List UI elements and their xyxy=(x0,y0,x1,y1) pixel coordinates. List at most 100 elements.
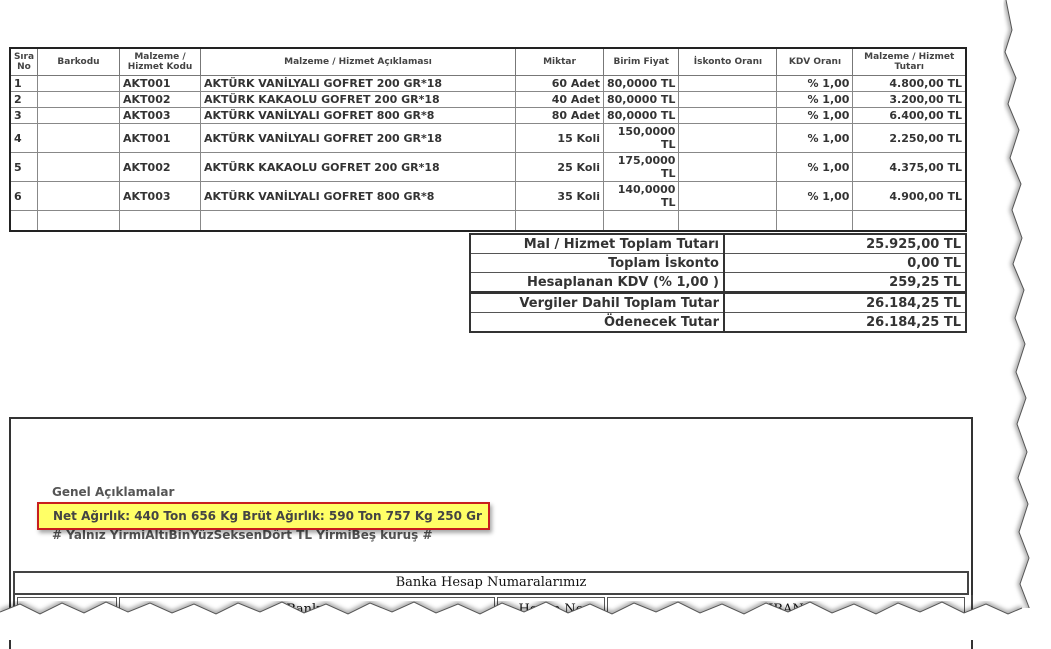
cell-discount xyxy=(678,75,778,92)
cell-total: 4.375,00 TL xyxy=(852,152,967,182)
cell-empty xyxy=(200,210,516,232)
cell-no: 1 xyxy=(9,75,38,92)
cell-no: 2 xyxy=(9,91,38,108)
cell-code: AKT001 xyxy=(119,123,201,153)
table-row: 6 AKT003 AKTÜRK VANİLYALI GOFRET 800 GR*… xyxy=(9,181,967,211)
table-row: 3 AKT003 AKTÜRK VANİLYALI GOFRET 800 GR*… xyxy=(9,107,967,124)
table-row: 2 AKT002 AKTÜRK KAKAOLU GOFRET 200 GR*18… xyxy=(9,91,967,108)
table-row: 1 AKT001 AKTÜRK VANİLYALI GOFRET 200 GR*… xyxy=(9,75,967,92)
totals-label: Toplam İskonto xyxy=(469,253,725,273)
notes-box: Genel Açıklamalar # Yalnız YirmiAltıBinY… xyxy=(9,417,973,649)
cell-empty xyxy=(776,210,854,232)
table-row: 4 AKT001 AKTÜRK VANİLYALI GOFRET 200 GR*… xyxy=(9,123,967,153)
totals-value: 26.184,25 TL xyxy=(723,312,967,333)
cell-discount xyxy=(678,181,778,211)
cell-no: 4 xyxy=(9,123,38,153)
cell-discount xyxy=(678,107,778,124)
cell-vat: % 1,00 xyxy=(776,123,854,153)
cell-code: AKT001 xyxy=(119,75,201,92)
cell-total: 6.400,00 TL xyxy=(852,107,967,124)
cell-price: 175,0000 TL xyxy=(602,152,680,182)
col-header-price: Birim Fiyat xyxy=(602,47,680,76)
totals-value: 259,25 TL xyxy=(723,272,967,293)
cell-code: AKT003 xyxy=(119,107,201,124)
totals-label: Ödenecek Tutar xyxy=(469,312,725,333)
cell-total: 2.250,00 TL xyxy=(852,123,967,153)
table-row-empty xyxy=(9,210,967,232)
cell-price: 80,0000 TL xyxy=(602,107,680,124)
totals-value: 0,00 TL xyxy=(723,253,967,273)
cell-code: AKT003 xyxy=(119,181,201,211)
cell-barcode xyxy=(37,181,120,211)
col-header-total: Malzeme / Hizmet Tutarı xyxy=(852,47,967,76)
cell-total: 4.800,00 TL xyxy=(852,75,967,92)
totals-label: Mal / Hizmet Toplam Tutarı xyxy=(469,233,725,254)
cell-empty xyxy=(9,210,38,232)
cell-desc: AKTÜRK VANİLYALI GOFRET 800 GR*8 xyxy=(200,181,516,211)
amount-in-words: # Yalnız YirmiAltıBinYüzSeksenDört TL Yi… xyxy=(52,528,433,542)
cell-qty: 15 Koli xyxy=(515,123,604,153)
bank-accounts-header: Banka Hesap Numaralarımız xyxy=(13,571,969,595)
table-row: 5 AKT002 AKTÜRK KAKAOLU GOFRET 200 GR*18… xyxy=(9,152,967,182)
cell-qty: 25 Koli xyxy=(515,152,604,182)
weight-highlight-callout: Net Ağırlık: 440 Ton 656 Kg Brüt Ağırlık… xyxy=(37,502,490,530)
totals-table: Mal / Hizmet Toplam Tutarı 25.925,00 TL … xyxy=(469,233,967,333)
invoice-page: Sıra No Barkodu Malzeme / Hizmet Kodu Ma… xyxy=(0,0,1051,649)
cell-empty xyxy=(852,210,967,232)
items-header-row: Sıra No Barkodu Malzeme / Hizmet Kodu Ma… xyxy=(9,47,967,76)
items-table: Sıra No Barkodu Malzeme / Hizmet Kodu Ma… xyxy=(9,47,967,232)
cell-qty: 40 Adet xyxy=(515,91,604,108)
cell-vat: % 1,00 xyxy=(776,75,854,92)
cell-total: 4.900,00 TL xyxy=(852,181,967,211)
bank-col-iban: IBAN xyxy=(607,597,965,625)
cell-vat: % 1,00 xyxy=(776,107,854,124)
cell-qty: 80 Adet xyxy=(515,107,604,124)
cell-vat: % 1,00 xyxy=(776,181,854,211)
bank-col-bank: Banka xyxy=(119,597,495,625)
totals-row-subtotal: Mal / Hizmet Toplam Tutarı 25.925,00 TL xyxy=(469,233,967,254)
cell-empty xyxy=(37,210,120,232)
cell-empty xyxy=(515,210,604,232)
cell-qty: 60 Adet xyxy=(515,75,604,92)
cell-price: 80,0000 TL xyxy=(602,91,680,108)
totals-value: 25.925,00 TL xyxy=(723,233,967,254)
col-header-vat: KDV Oranı xyxy=(776,47,854,76)
cell-barcode xyxy=(37,123,120,153)
cell-code: AKT002 xyxy=(119,152,201,182)
cell-empty xyxy=(119,210,201,232)
totals-row-grand: Vergiler Dahil Toplam Tutar 26.184,25 TL xyxy=(469,291,967,313)
bank-accounts-columns: Banka Hesap No IBAN xyxy=(13,595,973,625)
cell-price: 140,0000 TL xyxy=(602,181,680,211)
bank-accounts-title: Banka Hesap Numaralarımız xyxy=(395,575,587,590)
cell-price: 150,0000 TL xyxy=(602,123,680,153)
cell-discount xyxy=(678,91,778,108)
cell-price: 80,0000 TL xyxy=(602,75,680,92)
cell-empty xyxy=(602,210,680,232)
notes-title: Genel Açıklamalar xyxy=(52,485,175,499)
cell-desc: AKTÜRK KAKAOLU GOFRET 200 GR*18 xyxy=(200,91,516,108)
cell-desc: AKTÜRK VANİLYALI GOFRET 200 GR*18 xyxy=(200,123,516,153)
cell-barcode xyxy=(37,91,120,108)
cell-no: 5 xyxy=(9,152,38,182)
totals-row-payable: Ödenecek Tutar 26.184,25 TL xyxy=(469,312,967,333)
totals-value: 26.184,25 TL xyxy=(723,291,967,313)
cell-desc: AKTÜRK VANİLYALI GOFRET 800 GR*8 xyxy=(200,107,516,124)
weight-text: Net Ağırlık: 440 Ton 656 Kg Brüt Ağırlık… xyxy=(53,509,482,523)
cell-barcode xyxy=(37,107,120,124)
totals-row-discount: Toplam İskonto 0,00 TL xyxy=(469,253,967,273)
cell-barcode xyxy=(37,152,120,182)
cell-empty xyxy=(678,210,778,232)
col-header-discount: İskonto Oranı xyxy=(678,47,778,76)
cell-vat: % 1,00 xyxy=(776,152,854,182)
cell-discount xyxy=(678,123,778,153)
totals-label: Hesaplanan KDV (% 1,00 ) xyxy=(469,272,725,293)
totals-label: Vergiler Dahil Toplam Tutar xyxy=(469,291,725,313)
cell-code: AKT002 xyxy=(119,91,201,108)
totals-row-vat: Hesaplanan KDV (% 1,00 ) 259,25 TL xyxy=(469,272,967,293)
col-header-barcode: Barkodu xyxy=(37,47,120,76)
cell-desc: AKTÜRK KAKAOLU GOFRET 200 GR*18 xyxy=(200,152,516,182)
cell-desc: AKTÜRK VANİLYALI GOFRET 200 GR*18 xyxy=(200,75,516,92)
bank-col-empty xyxy=(17,597,117,625)
col-header-no: Sıra No xyxy=(9,47,38,76)
cell-no: 3 xyxy=(9,107,38,124)
